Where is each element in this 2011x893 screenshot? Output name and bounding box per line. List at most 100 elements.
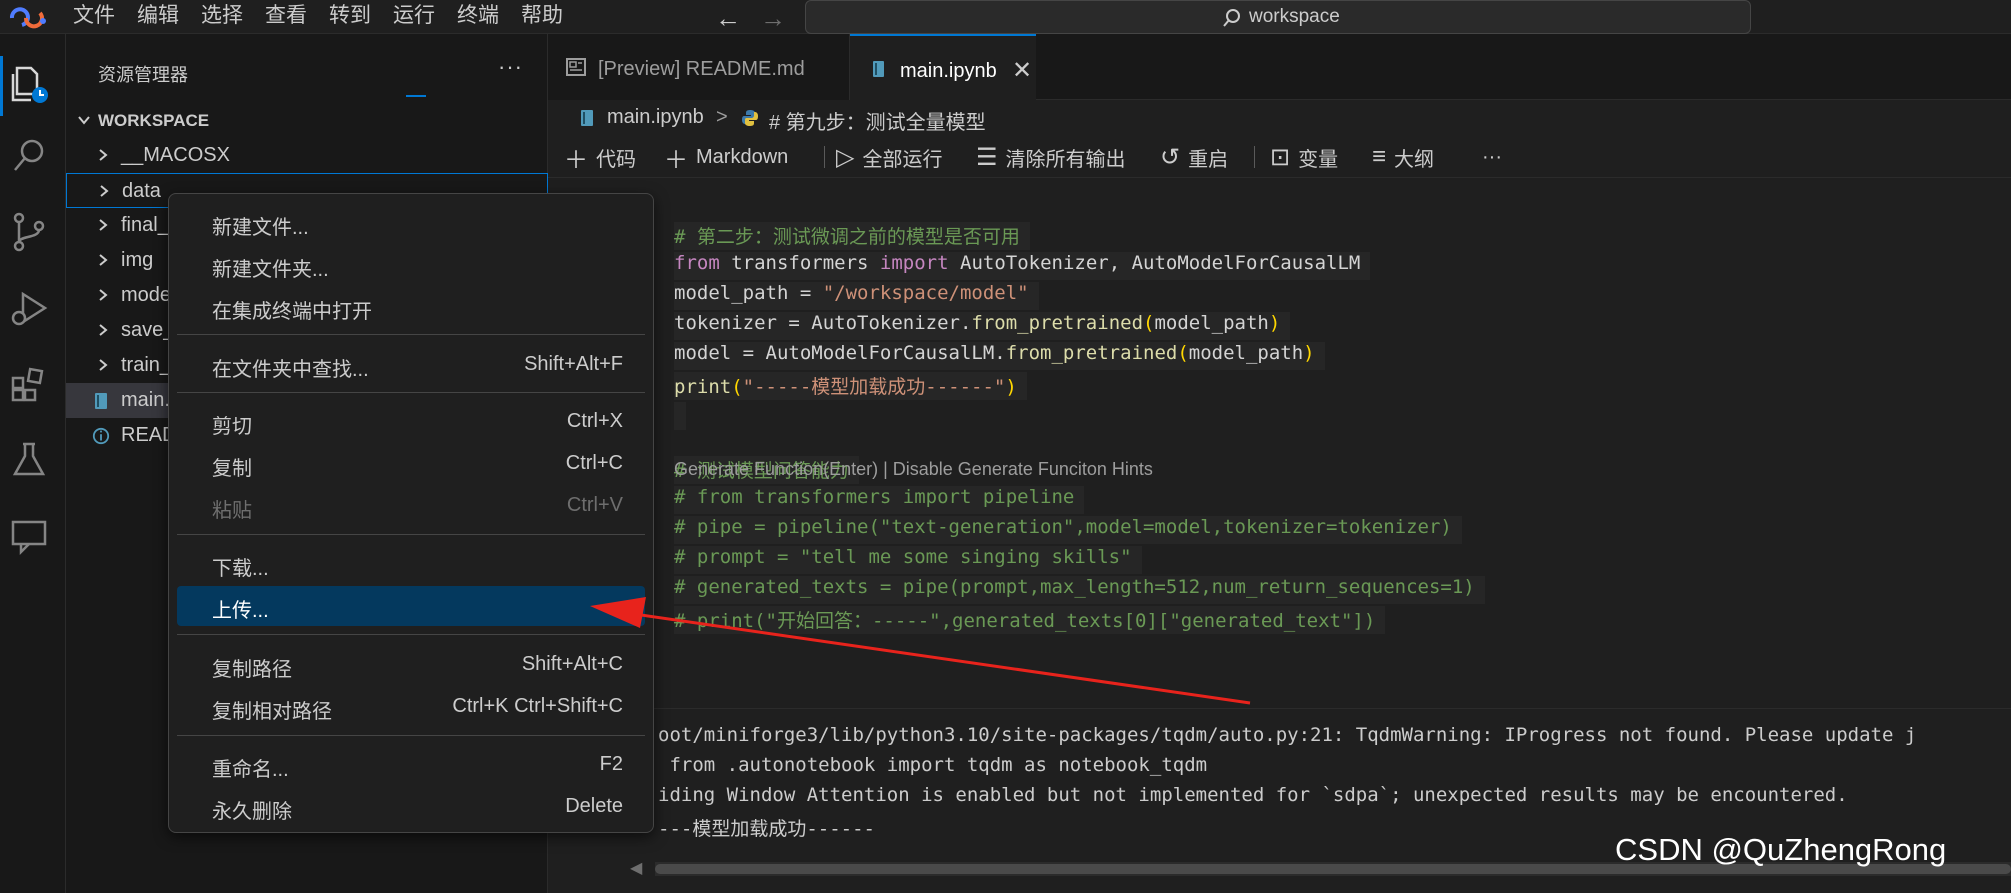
add-code-cell-label: 代码 <box>596 148 636 171</box>
chevron-right-icon <box>99 324 108 336</box>
notebook-toolbar: ＋ 代码 ＋ Markdown ▷ 全部运行 ☰ 清除所有输出 ↺ 重启 ⊡ 变… <box>548 136 2011 178</box>
source-control-icon[interactable] <box>7 210 51 254</box>
chevron-right-icon <box>100 185 109 197</box>
chevron-right-icon <box>99 219 108 231</box>
run-debug-icon[interactable] <box>7 286 51 330</box>
chevron-right-icon <box>99 254 108 266</box>
menu-view[interactable]: 查看 <box>254 0 318 32</box>
scroll-left-icon[interactable]: ◀ <box>630 858 642 878</box>
code-line-empty <box>674 402 686 430</box>
tree-item-label: save_ <box>121 319 175 341</box>
menu-item-find-in-folder[interactable]: 在文件夹中查找... Shift+Alt+F <box>177 345 645 385</box>
menu-separator <box>177 634 645 635</box>
watermark: CSDN @QuZhengRong <box>1615 832 1947 867</box>
variables-label: 变量 <box>1298 148 1339 171</box>
code-line: # prompt = "tell me some singing skills" <box>674 546 1142 574</box>
add-markdown-cell-button[interactable]: ＋ Markdown <box>664 142 788 174</box>
menu-shortcut: Ctrl+X <box>566 410 623 432</box>
tree-item-label: final_ <box>121 214 169 236</box>
menu-file[interactable]: 文件 <box>62 0 126 32</box>
testing-icon[interactable] <box>7 438 51 482</box>
outline-button[interactable]: ≡ 大纲 <box>1372 142 1434 172</box>
notebook-editor: # 第二步：测试微调之前的模型是否可用 from transformers im… <box>548 178 2011 893</box>
tree-item-label: main. <box>121 389 170 411</box>
menu-item-download[interactable]: 下载... <box>177 544 645 584</box>
outline-label: 大纲 <box>1394 148 1435 171</box>
tree-item-macosx[interactable]: __MACOSX <box>66 138 548 173</box>
explorer-more-actions-icon[interactable]: ··· <box>498 54 523 80</box>
notebook-file-icon <box>581 110 593 126</box>
menu-shortcut: Shift+Alt+F <box>524 353 623 375</box>
explorer-progress-indicator <box>406 95 426 97</box>
menu-go[interactable]: 转到 <box>318 0 382 32</box>
menu-separator <box>177 534 645 535</box>
menu-item-delete-permanently[interactable]: 永久删除 Delete <box>177 787 645 827</box>
code-line: # print("开始回答：-----",generated_texts[0][… <box>674 606 1386 634</box>
code-line: # pipe = pipeline("text-generation",mode… <box>674 516 1462 544</box>
breadcrumb-file[interactable]: main.ipynb <box>607 106 704 129</box>
python-icon <box>742 110 758 126</box>
code-line: # 第二步：测试微调之前的模型是否可用 <box>674 222 1030 250</box>
menu-item-new-folder[interactable]: 新建文件夹... <box>177 245 645 285</box>
menu-edit[interactable]: 编辑 <box>126 0 190 32</box>
search-text: workspace <box>1249 6 1340 27</box>
menu-separator <box>177 392 645 393</box>
tab-readme-preview[interactable]: [Preview] README.md <box>548 34 850 100</box>
close-icon[interactable]: ✕ <box>1012 56 1032 85</box>
plus-icon: ＋ <box>664 146 688 174</box>
menu-selection[interactable]: 选择 <box>190 0 254 32</box>
menu-item-copy-relative-path[interactable]: 复制相对路径 Ctrl+K Ctrl+Shift+C <box>177 687 645 727</box>
menu-bar: 文件 编辑 选择 查看 转到 运行 终端 帮助 <box>62 0 574 34</box>
add-code-cell-button[interactable]: ＋ 代码 <box>564 142 636 174</box>
tab-label: [Preview] README.md <box>598 58 805 80</box>
tab-main-ipynb[interactable]: main.ipynb ✕ <box>850 34 1036 100</box>
menu-shortcut: F2 <box>599 753 623 775</box>
menu-terminal[interactable]: 终端 <box>446 0 510 32</box>
menu-item-copy[interactable]: 复制 Ctrl+C <box>177 444 645 484</box>
search-view-icon[interactable] <box>7 134 51 178</box>
menu-item-cut[interactable]: 剪切 Ctrl+X <box>177 402 645 442</box>
menu-item-upload[interactable]: 上传... <box>177 586 645 626</box>
workspace-section-header[interactable]: WORKSPACE <box>66 104 548 138</box>
menu-help[interactable]: 帮助 <box>510 0 574 32</box>
run-all-button[interactable]: ▷ 全部运行 <box>836 142 942 172</box>
plus-icon: ＋ <box>564 146 588 174</box>
menu-item-new-file[interactable]: 新建文件... <box>177 203 645 243</box>
notebook-file-icon <box>95 393 107 409</box>
search-icon <box>1223 9 1240 27</box>
menu-item-copy-path[interactable]: 复制路径 Shift+Alt+C <box>177 645 645 685</box>
info-icon <box>92 427 110 445</box>
nav-back-icon[interactable]: ← <box>715 3 741 34</box>
breadcrumb-cell[interactable]: # 第九步：测试全量模型 <box>769 106 986 135</box>
code-line: # generated_texts = pipe(prompt,max_leng… <box>674 576 1485 604</box>
tree-item-label: data <box>122 180 161 202</box>
menu-run[interactable]: 运行 <box>382 0 446 32</box>
nav-forward-icon[interactable]: → <box>760 3 786 34</box>
code-cell[interactable]: # 第二步：测试微调之前的模型是否可用 from transformers im… <box>642 218 2011 695</box>
title-bar: 文件 编辑 选择 查看 转到 运行 终端 帮助 ← → workspace <box>0 0 2011 34</box>
extensions-icon[interactable] <box>7 362 51 406</box>
notebook-file-icon <box>873 61 884 77</box>
menu-shortcut: Ctrl+K Ctrl+Shift+C <box>452 695 623 717</box>
variables-icon: ⊡ <box>1270 143 1291 171</box>
play-icon: ▷ <box>836 143 855 171</box>
toolbar-more-icon[interactable]: ··· <box>1482 142 1502 172</box>
menu-item-open-in-terminal[interactable]: 在集成终端中打开 <box>177 287 645 327</box>
variables-button[interactable]: ⊡ 变量 <box>1270 142 1338 172</box>
menu-item-rename[interactable]: 重命名... F2 <box>177 745 645 785</box>
menu-shortcut: Delete <box>565 795 623 817</box>
editor-tab-bar: [Preview] README.md main.ipynb ✕ <box>548 34 2011 100</box>
remote-explorer-icon[interactable] <box>7 514 51 558</box>
restart-icon: ↺ <box>1160 143 1181 171</box>
explorer-icon[interactable] <box>7 62 51 106</box>
command-center-search[interactable]: workspace <box>805 0 1751 34</box>
generate-function-hint[interactable]: Generate Function(Enter) | Disable Gener… <box>674 459 1153 480</box>
chevron-right-icon <box>99 149 108 161</box>
restart-label: 重启 <box>1188 148 1229 171</box>
restart-kernel-button[interactable]: ↺ 重启 <box>1160 142 1228 172</box>
code-line: tokenizer = AutoTokenizer.from_pretraine… <box>674 312 1291 340</box>
code-line: print("-----模型加载成功------") <box>674 372 1027 400</box>
app-logo-icon <box>9 7 46 29</box>
active-view-indicator <box>0 56 3 116</box>
clear-all-outputs-button[interactable]: ☰ 清除所有输出 <box>976 142 1126 172</box>
